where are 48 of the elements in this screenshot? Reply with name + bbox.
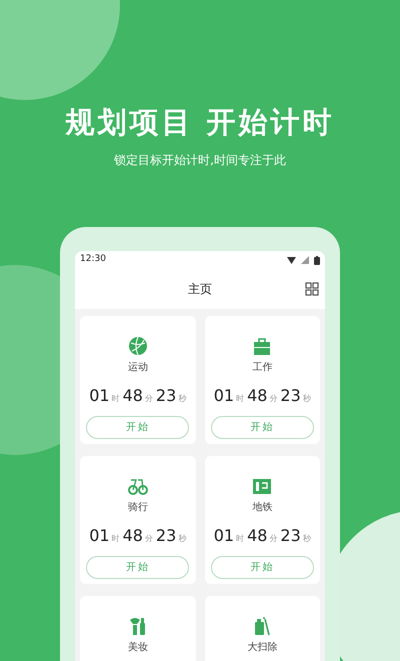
timer-minutes: 48 (247, 386, 268, 406)
timer-unit: 秒 (302, 533, 311, 545)
timer-hours: 01 (89, 386, 110, 406)
card-name: 工作 (252, 361, 272, 375)
card-name: 大扫除 (247, 641, 278, 655)
cosmetics-icon (128, 616, 148, 636)
timer-card[interactable]: 骑行 01 时 48 分 23 秒 开始 (80, 456, 196, 584)
timer-unit: 秒 (178, 393, 186, 405)
timer-seconds: 23 (280, 526, 301, 546)
timer-unit: 时 (236, 533, 244, 545)
timer-unit: 时 (112, 533, 120, 545)
timer-unit: 分 (269, 393, 278, 405)
bag-icon (252, 336, 272, 356)
timer-unit: 分 (269, 533, 278, 545)
subtitle: 锁定目标开始计时,时间专注于此 (114, 152, 286, 168)
battery-icon (314, 256, 320, 264)
timer-unit: 时 (112, 393, 120, 405)
timer-unit: 分 (144, 393, 153, 405)
timer-seconds: 23 (156, 526, 176, 546)
timer-unit: 秒 (178, 533, 186, 545)
timer-card[interactable]: 美妆 (80, 596, 196, 661)
card-name: 骑行 (128, 501, 148, 515)
page-title: 主页 (188, 281, 212, 298)
timer-seconds: 23 (156, 386, 176, 406)
card-name: 地铁 (252, 501, 272, 515)
timer-card[interactable]: 大扫除 (204, 596, 320, 661)
timer-unit: 时 (236, 393, 244, 405)
cleaning-icon (252, 616, 272, 636)
signal-icon (301, 256, 309, 264)
timer-unit: 秒 (302, 393, 311, 405)
ball-icon (128, 336, 148, 356)
timer-hours: 01 (214, 386, 234, 406)
timer-minutes: 48 (122, 386, 143, 406)
timer-minutes: 48 (122, 526, 143, 546)
timer-card[interactable]: 地铁 01 时 48 分 23 秒 开始 (204, 456, 320, 584)
timer-minutes: 48 (247, 526, 268, 546)
status-time: 12:30 (80, 253, 106, 266)
wifi-icon (287, 256, 296, 264)
timer-card[interactable]: 工作 01 时 48 分 23 秒 开始 (204, 316, 320, 444)
timer-hours: 01 (89, 526, 110, 546)
headline: 规划项目 开始计时 (65, 104, 335, 141)
grid-icon[interactable] (305, 282, 319, 296)
timer-hours: 01 (214, 526, 234, 546)
timer-unit: 分 (144, 533, 153, 545)
card-name: 美妆 (128, 641, 148, 655)
card-name: 运动 (128, 361, 148, 375)
timer-seconds: 23 (280, 386, 301, 406)
timer-card[interactable]: 运动 01 时 48 分 23 秒 开始 (80, 316, 196, 444)
